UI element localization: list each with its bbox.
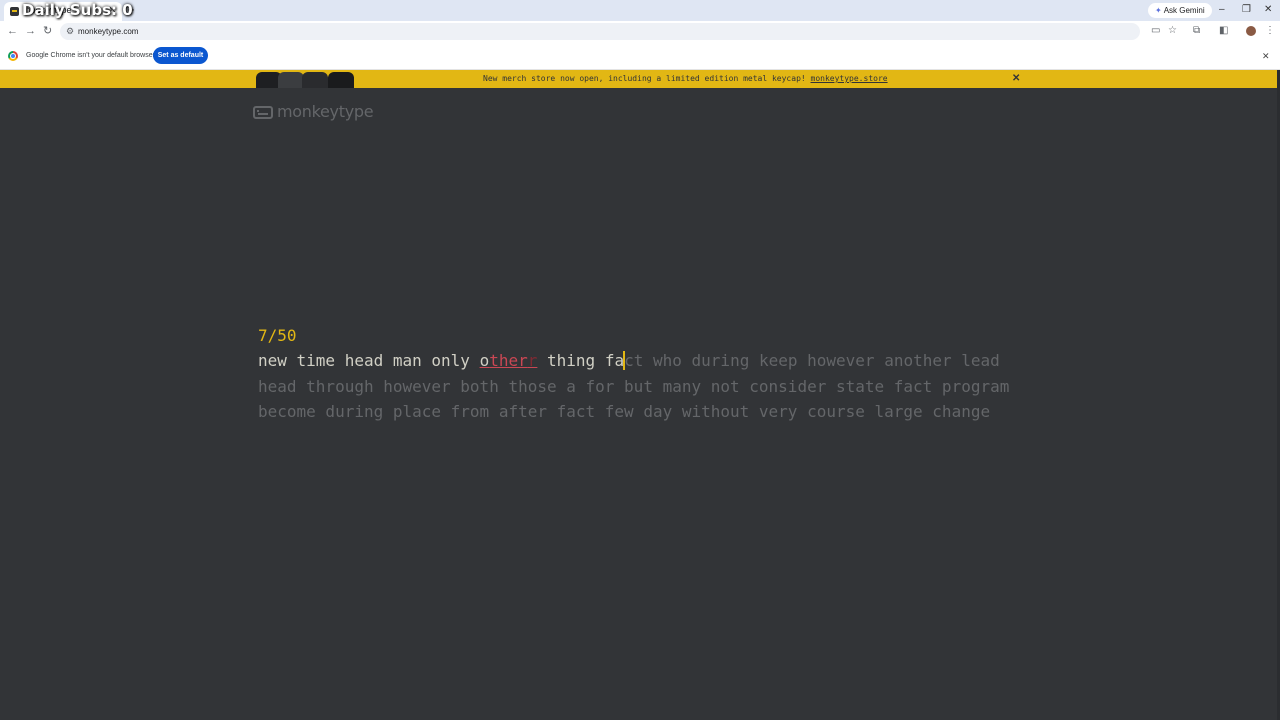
back-arrow-icon[interactable]: ←	[7, 24, 18, 38]
address-bar[interactable]: ⚙ monkeytype.com	[60, 23, 1140, 40]
close-window-button[interactable]: ✕	[1264, 3, 1272, 16]
banner-message: New merch store now open, including a li…	[483, 73, 888, 85]
typed-word: thing	[547, 351, 596, 370]
banner-text: New merch store now open, including a li…	[483, 74, 811, 83]
typed-words: new time head man only	[258, 351, 470, 370]
restore-button[interactable]: ❐	[1242, 3, 1251, 16]
side-panel-icon[interactable]: ◧	[1219, 25, 1228, 37]
error-word-wrong: ther	[489, 351, 528, 370]
stream-overlay-text: Daily Subs: 0	[22, 1, 133, 19]
untyped-words: become during place from after fact few …	[258, 402, 991, 421]
logo-text: monkeytype	[277, 102, 374, 121]
site-info-icon[interactable]: ⚙	[66, 25, 74, 38]
keyboard-logo-icon	[253, 106, 273, 119]
install-app-icon[interactable]: ▭	[1151, 25, 1160, 37]
monkeytype-favicon-icon	[10, 7, 19, 16]
untyped-words: who during keep however another lead	[653, 351, 1000, 370]
address-url: monkeytype.com	[78, 27, 139, 36]
keycap-shape	[302, 72, 328, 88]
words-line: head through however both those a for bu…	[258, 374, 1018, 400]
gemini-spark-icon: ✦	[1155, 6, 1162, 15]
menu-dots-icon[interactable]: ⋮	[1265, 25, 1275, 37]
merch-keycap-image	[254, 70, 362, 88]
ask-gemini-button[interactable]: ✦ Ask Gemini	[1148, 3, 1212, 18]
minimize-button[interactable]: –	[1219, 3, 1225, 16]
extensions-icon[interactable]: ⧉	[1193, 25, 1200, 37]
chrome-logo-icon	[8, 51, 18, 61]
untyped-words: head through however both those a for bu…	[258, 376, 1010, 396]
default-browser-infobar: Google Chrome isn't your default browser…	[0, 42, 1280, 70]
words-line: become during place from after fact few …	[258, 399, 1018, 425]
word-counter: 7/50	[258, 326, 297, 345]
active-word: fact	[604, 351, 644, 370]
infobar-message: Google Chrome isn't your default browser	[26, 52, 155, 59]
error-word-correct: o	[479, 351, 490, 370]
words-area[interactable]: new time head man only otherr thing fact…	[258, 348, 1018, 425]
set-as-default-button[interactable]: Set as default	[153, 47, 208, 64]
browser-toolbar: ← → ↻ ⚙ monkeytype.com ▭ ☆ ⧉ ◧ ⋮	[0, 21, 1280, 42]
active-word-rest: ct	[624, 351, 644, 370]
reload-icon[interactable]: ↻	[43, 24, 52, 38]
browser-tab-strip: monkeytype ✕ + Daily Subs: 0 ✦ Ask Gemini…	[0, 0, 1280, 21]
merch-banner: New merch store now open, including a li…	[0, 70, 1277, 88]
forward-arrow-icon[interactable]: →	[25, 24, 36, 38]
error-word-extra: r	[527, 351, 538, 370]
keycap-shape	[278, 72, 304, 88]
banner-close-icon[interactable]: ✕	[1012, 72, 1020, 85]
ask-gemini-label: Ask Gemini	[1163, 6, 1205, 15]
profile-avatar[interactable]	[1246, 26, 1256, 36]
infobar-close-icon[interactable]: ✕	[1262, 50, 1270, 62]
merch-store-link[interactable]: monkeytype.store	[811, 74, 888, 83]
bookmark-star-icon[interactable]: ☆	[1168, 25, 1177, 37]
error-word: otherr	[480, 351, 538, 370]
words-line: new time head man only otherr thing fact…	[258, 348, 1018, 374]
keycap-shape	[328, 72, 354, 88]
active-word-typed: fa	[604, 351, 625, 370]
